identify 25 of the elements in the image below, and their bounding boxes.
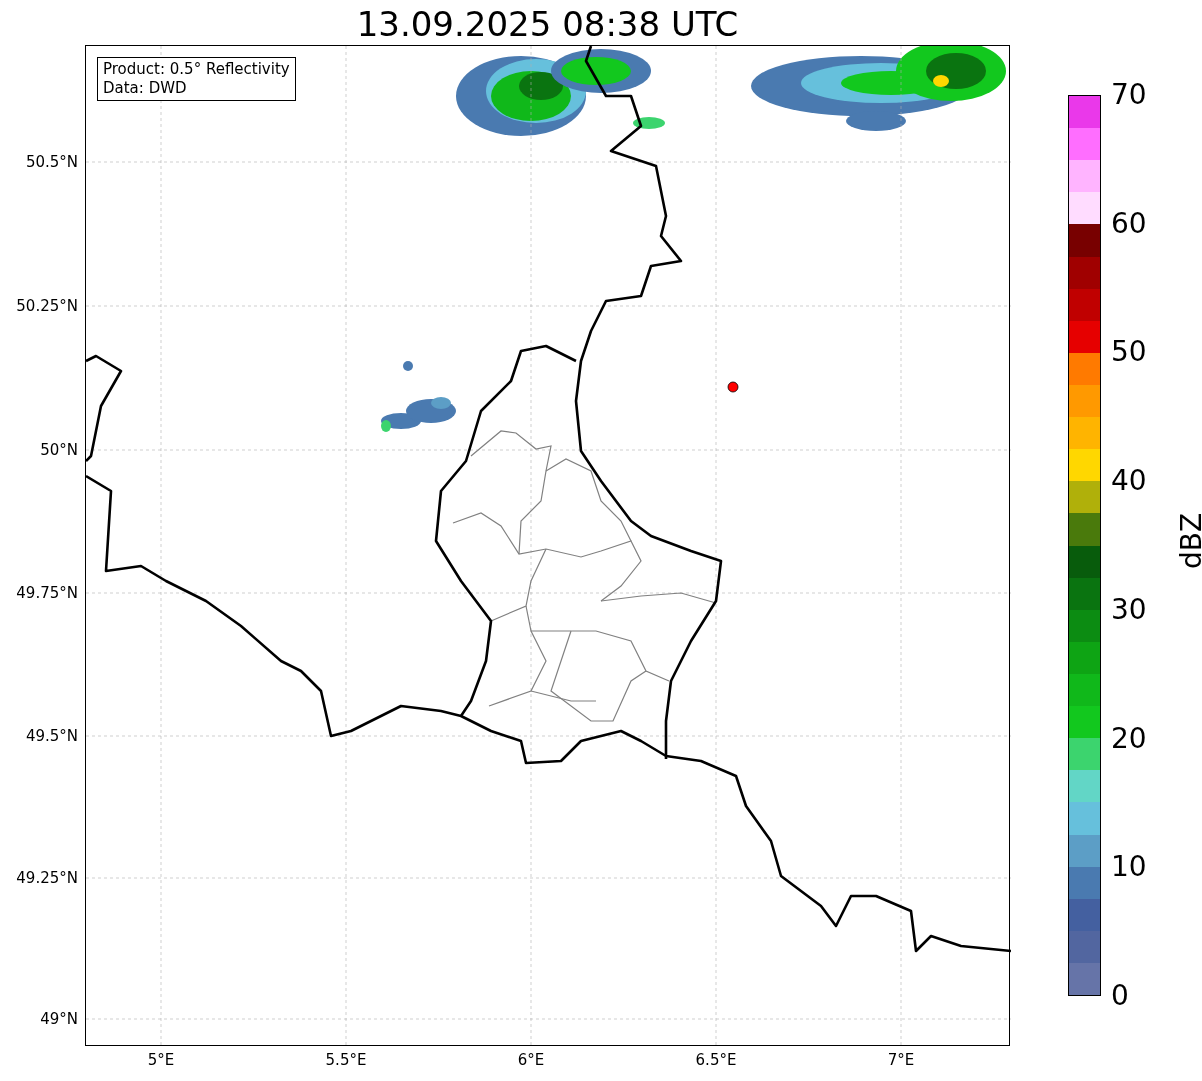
x-tick-label: 7°E [887,1051,915,1069]
legend-text: Product: 0.5° Reflectivity [103,60,290,79]
colorbar-tick-label: 60 [1111,207,1147,240]
colorbar-tick-label: 20 [1111,722,1147,755]
colorbar-tick-label: 0 [1111,980,1129,1012]
x-tick-label: 5°E [147,1051,175,1069]
legend-text: Data: DWD [103,79,188,98]
y-tick-label: 49.5°N [25,727,78,745]
colorbar-tick-label: 30 [1111,593,1147,626]
chart-title: 13.09.2025 08:38 UTC [356,3,739,45]
y-tick-label: 49°N [40,1010,78,1028]
colorbar-tick-label: 70 [1111,79,1147,111]
y-tick-label: 49.25°N [16,869,78,887]
colorbar-label: dBZ [1176,512,1202,570]
colorbar-tick-label: 40 [1111,465,1147,498]
x-tick-label: 5.5°E [325,1051,367,1069]
y-tick-label: 50°N [40,441,78,459]
y-tick-label: 49.75°N [16,584,78,602]
colorbar-tick-label: 10 [1111,851,1147,884]
x-tick-label: 6°E [517,1051,545,1069]
y-tick-label: 50.5°N [25,153,78,171]
y-tick-label: 50.25°N [16,297,78,315]
x-tick-label: 6.5°E [695,1051,737,1069]
radar-site-marker [727,381,739,393]
colorbar-tick-label: 50 [1111,336,1147,369]
